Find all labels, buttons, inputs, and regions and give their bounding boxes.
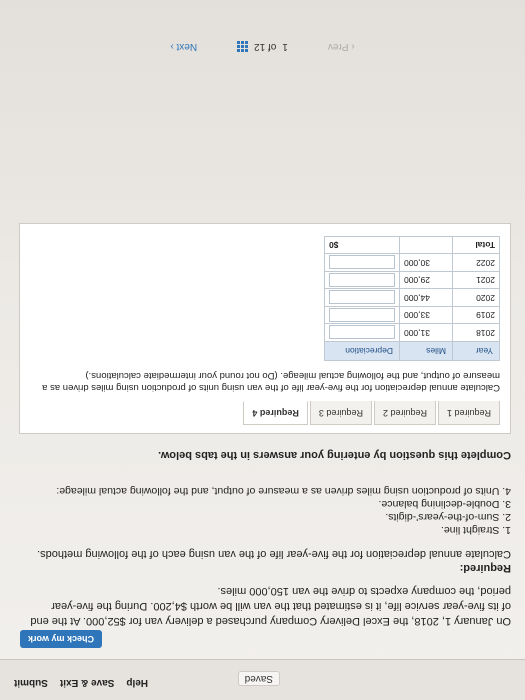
miles-cell: 44,000: [399, 289, 453, 307]
depreciation-input[interactable]: [329, 273, 395, 287]
chevron-right-icon: ›: [170, 41, 174, 52]
depreciation-cell: [324, 324, 400, 342]
method-item: 2. Sum-of-the-years'-digits.: [385, 511, 511, 523]
table-header-row: Year Miles Depreciation: [324, 341, 500, 361]
question-content: On January 1, 2018, the Excel Delivery C…: [19, 223, 511, 629]
currency-symbol: $: [333, 240, 339, 251]
page-current: 1: [282, 41, 288, 52]
depreciation-cell: [324, 271, 400, 289]
table-row: 2021 29,000: [324, 271, 500, 289]
top-toolbar: Saved Help Save & Exit Submit: [0, 659, 525, 700]
miles-cell: 29,000: [399, 271, 453, 289]
problem-statement: On January 1, 2018, the Excel Delivery C…: [30, 585, 511, 627]
depreciation-cell: [324, 254, 400, 272]
depreciation-cell: [324, 306, 400, 324]
miles-cell: 30,000: [399, 254, 453, 272]
depreciation-input[interactable]: [329, 290, 395, 305]
required-tabs: Required 1 Required 2 Required 3 Require…: [30, 401, 500, 425]
total-depreciation-cell: $ 0: [324, 237, 400, 254]
required-text: Calculate annual depreciation for the fi…: [37, 548, 511, 560]
depreciation-table: Year Miles Depreciation 2018 31,000 2019…: [324, 237, 500, 362]
depreciation-cell: [324, 289, 400, 307]
year-cell: 2021: [452, 271, 500, 289]
method-list: 1. Straight line. 2. Sum-of-the-years'-d…: [21, 484, 511, 536]
submit-button[interactable]: Submit: [14, 677, 48, 688]
tab-instructions: Calculate annual depreciation for the fi…: [42, 370, 500, 393]
header-depreciation: Depreciation: [324, 341, 400, 361]
complete-instruction: Complete this question by entering your …: [158, 449, 511, 461]
tab-required-4[interactable]: Required 4: [243, 401, 308, 425]
tab-required-3[interactable]: Required 3: [309, 401, 372, 425]
miles-cell: 31,000: [399, 324, 453, 342]
question-navigation: ‹ Prev 1 of 12 Next ›: [0, 41, 525, 52]
prev-label: Prev: [327, 41, 349, 52]
year-cell: 2019: [452, 306, 500, 324]
total-miles-cell: [399, 237, 453, 254]
tab-required-1[interactable]: Required 1: [437, 401, 500, 425]
depreciation-input[interactable]: [329, 308, 395, 322]
chevron-left-icon: ‹: [351, 41, 355, 52]
check-my-work-button[interactable]: Check my work: [20, 630, 103, 648]
required-heading: Required:: [459, 562, 511, 574]
year-cell: 2018: [452, 324, 500, 342]
prev-button[interactable]: ‹ Prev: [328, 41, 355, 52]
depreciation-input[interactable]: [329, 325, 395, 340]
answer-panel: Required 1 Required 2 Required 3 Require…: [19, 223, 511, 434]
help-button[interactable]: Help: [126, 677, 148, 688]
page-indicator: 1 of 12: [237, 41, 288, 52]
next-label: Next: [176, 41, 198, 52]
method-item: 1. Straight line.: [440, 524, 511, 536]
next-button[interactable]: Next ›: [170, 41, 197, 52]
toolbar-actions: Help Save & Exit Submit: [14, 677, 148, 688]
header-miles: Miles: [399, 341, 453, 361]
saved-status-badge: Saved: [237, 671, 280, 686]
year-cell: 2022: [452, 254, 500, 272]
table-row: 2020 44,000: [324, 289, 500, 307]
table-row: 2018 31,000: [324, 324, 500, 342]
total-row: Total $ 0: [324, 237, 500, 254]
assignment-screen: Saved Help Save & Exit Submit Check my w…: [0, 0, 525, 700]
depreciation-input[interactable]: [329, 255, 395, 270]
method-item: 3. Double-declining balance.: [378, 498, 511, 510]
page-of: of 12: [254, 41, 277, 52]
grid-icon[interactable]: [237, 41, 249, 52]
tab-required-2[interactable]: Required 2: [373, 401, 436, 425]
total-label: Total: [452, 237, 500, 254]
save-exit-button[interactable]: Save & Exit: [60, 677, 114, 688]
table-row: 2019 33,000: [324, 306, 500, 324]
table-row: 2022 30,000: [324, 254, 500, 272]
year-cell: 2020: [452, 289, 500, 307]
miles-cell: 33,000: [399, 306, 453, 324]
method-item: 4. Units of production using miles drive…: [56, 485, 511, 497]
header-year: Year: [452, 341, 500, 361]
